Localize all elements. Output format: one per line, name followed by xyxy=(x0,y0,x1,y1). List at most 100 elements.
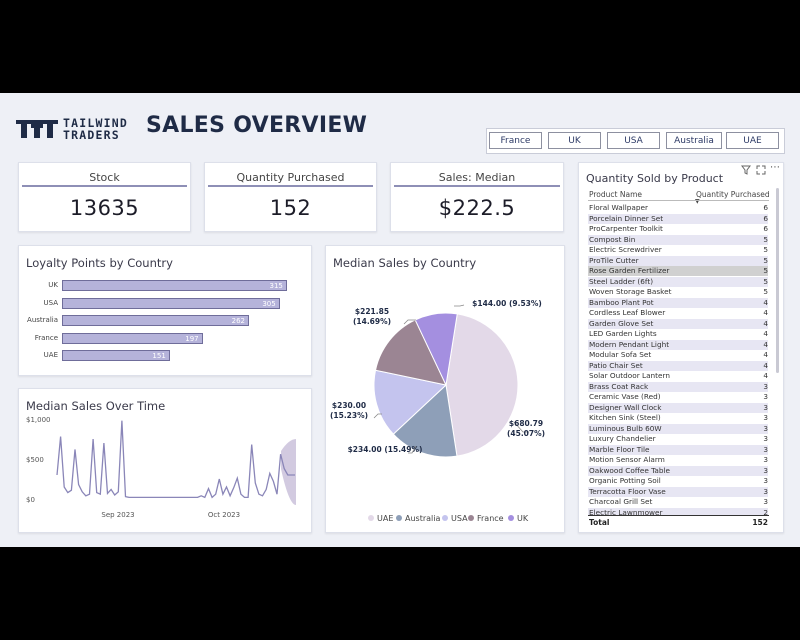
table-scrollbar[interactable] xyxy=(776,188,779,373)
table-row[interactable]: Modular Sofa Set 4 xyxy=(588,350,768,360)
table-row[interactable]: Bamboo Plant Pot 4 xyxy=(588,297,768,308)
median-sales-by-country-chart[interactable]: Median Sales by Country $680.79 (45.07%)… xyxy=(325,245,565,533)
table-title: Quantity Sold by Product xyxy=(586,172,724,185)
table-row[interactable]: Floral Wallpaper 6 xyxy=(588,203,768,213)
bar-value-label: 197 xyxy=(185,334,199,343)
table-row[interactable]: Solar Outdoor Lantern 4 xyxy=(588,371,768,381)
slicer-option-usa[interactable]: USA xyxy=(607,132,660,149)
pie-label-value: $230.00 xyxy=(331,401,367,410)
product-name-cell: Brass Coat Rack xyxy=(589,381,649,391)
country-slicer: France UK USA Australia UAE xyxy=(486,128,785,154)
loyalty-points-chart[interactable]: Loyalty Points by Country UK 315 USA 305 Aus… xyxy=(18,245,312,376)
legend-item[interactable]: UK xyxy=(508,514,528,523)
slicer-option-uk[interactable]: UK xyxy=(548,132,601,149)
legend-dot-icon xyxy=(468,515,474,521)
table-row[interactable]: Steel Ladder (6ft) 5 xyxy=(588,276,768,287)
product-name-cell: LED Garden Lights xyxy=(589,329,657,338)
quantity-cell: 2 xyxy=(763,507,768,516)
table-row[interactable]: Modern Pendant Light 4 xyxy=(588,339,768,350)
product-name-cell: Cordless Leaf Blower xyxy=(589,308,666,317)
kpi-card-sales-median[interactable]: Sales: Median $222.5 xyxy=(390,162,564,232)
kpi-divider xyxy=(22,185,187,187)
product-name-cell: Modular Sofa Set xyxy=(589,350,652,359)
product-name-cell: Steel Ladder (6ft) xyxy=(589,276,654,286)
quantity-cell: 3 xyxy=(763,423,768,433)
legend-item[interactable]: Australia xyxy=(396,514,440,523)
column-header-quantity[interactable]: Quantity Purchased xyxy=(696,190,770,199)
table-row[interactable]: ProCarpenter Toolkit 6 xyxy=(588,224,768,234)
loyalty-bar[interactable]: 151 xyxy=(62,350,170,361)
legend-dot-icon xyxy=(442,515,448,521)
median-sales-over-time-chart[interactable]: Median Sales Over Time $1,000 $500 $0 Sep 2… xyxy=(18,388,312,533)
table-row[interactable]: Organic Potting Soil 3 xyxy=(588,476,768,486)
table-row[interactable]: Marble Floor Tile 3 xyxy=(588,444,768,455)
slicer-option-australia[interactable]: Australia xyxy=(666,132,722,149)
table-row[interactable]: Electric Screwdriver 5 xyxy=(588,245,768,255)
table-row[interactable]: Kitchen Sink (Steel) 3 xyxy=(588,413,768,423)
table-row[interactable]: LED Garden Lights 4 xyxy=(588,329,768,339)
product-name-cell: Charcoal Grill Set xyxy=(589,497,653,506)
slicer-option-france[interactable]: France xyxy=(489,132,542,149)
focus-mode-icon[interactable] xyxy=(756,165,766,175)
product-name-cell: Electric Screwdriver xyxy=(589,245,662,254)
column-header-product[interactable]: Product Name xyxy=(589,190,642,199)
table-body: Floral Wallpaper 6 Porcelain Dinner Set 6 Pr… xyxy=(579,203,783,515)
more-options-icon[interactable]: ⋯ xyxy=(770,162,780,173)
quantity-sold-by-product-table[interactable]: Quantity Sold by Product ⋯ Product Name … xyxy=(578,162,784,533)
legend-item[interactable]: USA xyxy=(442,514,468,523)
table-row[interactable]: Electric Lawnmower 2 xyxy=(588,507,768,516)
kpi-value: 13635 xyxy=(69,196,140,220)
table-row[interactable]: Garden Glove Set 4 xyxy=(588,318,768,329)
kpi-card-quantity-purchased[interactable]: Quantity Purchased 152 xyxy=(204,162,377,232)
table-row[interactable]: Compost Bin 5 xyxy=(588,234,768,245)
filter-icon[interactable] xyxy=(741,165,751,175)
loyalty-bar[interactable]: 315 xyxy=(62,280,287,291)
legend-item[interactable]: France xyxy=(468,514,504,523)
quantity-cell: 3 xyxy=(763,486,768,496)
legend-dot-icon xyxy=(368,515,374,521)
legend-label: UK xyxy=(517,514,529,523)
pie-chart-svg xyxy=(373,304,529,458)
table-row[interactable]: Ceramic Vase (Red) 3 xyxy=(588,392,768,402)
kpi-card-stock[interactable]: Stock 13635 xyxy=(18,162,191,232)
table-row[interactable]: Motion Sensor Alarm 3 xyxy=(588,455,768,465)
table-row[interactable]: Patio Chair Set 4 xyxy=(588,360,768,371)
slicer-option-uae[interactable]: UAE xyxy=(726,132,779,149)
header-divider xyxy=(588,200,769,201)
product-name-cell: ProCarpenter Toolkit xyxy=(589,224,663,233)
x-tick-label: Oct 2023 xyxy=(208,511,240,519)
quantity-cell: 4 xyxy=(763,297,768,307)
table-row[interactable]: Luminous Bulb 60W 3 xyxy=(588,423,768,434)
table-row[interactable]: Rose Garden Fertilizer 5 xyxy=(588,266,768,277)
table-row[interactable]: Charcoal Grill Set 3 xyxy=(588,497,768,507)
table-row[interactable]: Woven Storage Basket 5 xyxy=(588,287,768,297)
table-row[interactable]: ProTile Cutter 5 xyxy=(588,255,768,266)
quantity-cell: 5 xyxy=(763,234,768,244)
table-row[interactable]: Porcelain Dinner Set 6 xyxy=(588,213,768,224)
kpi-label: Stock xyxy=(89,171,120,184)
quantity-cell: 5 xyxy=(763,266,768,275)
product-name-cell: Electric Lawnmower xyxy=(589,507,663,516)
legend-label: Australia xyxy=(405,514,441,523)
legend-item[interactable]: UAE xyxy=(368,514,393,523)
loyalty-bar[interactable]: 262 xyxy=(62,315,250,326)
quantity-cell: 4 xyxy=(763,339,768,349)
table-row[interactable]: Luxury Chandelier 3 xyxy=(588,434,768,444)
quantity-cell: 4 xyxy=(763,318,768,328)
product-name-cell: Compost Bin xyxy=(589,234,636,244)
median-sales-line[interactable] xyxy=(56,420,295,499)
table-row[interactable]: Oakwood Coffee Table 3 xyxy=(588,465,768,476)
pie-label-percent: (45.07%) xyxy=(506,429,546,438)
table-row[interactable]: Cordless Leaf Blower 4 xyxy=(588,308,768,318)
quantity-cell: 3 xyxy=(763,444,768,454)
product-name-cell: Marble Floor Tile xyxy=(589,444,650,454)
loyalty-bar[interactable]: 305 xyxy=(62,297,280,309)
brand-line-2: TRADERS xyxy=(63,128,120,142)
product-name-cell: Woven Storage Basket xyxy=(589,287,672,296)
forecast-band xyxy=(281,439,296,505)
table-row[interactable]: Terracotta Floor Vase 3 xyxy=(588,486,768,497)
loyalty-bar[interactable]: 197 xyxy=(62,332,203,344)
loyalty-bar-area: UK 315 USA 305 Australia 262 France 197 UAE 151 xyxy=(22,280,307,370)
table-row[interactable]: Designer Wall Clock 3 xyxy=(588,402,768,413)
table-row[interactable]: Brass Coat Rack 3 xyxy=(588,381,768,392)
